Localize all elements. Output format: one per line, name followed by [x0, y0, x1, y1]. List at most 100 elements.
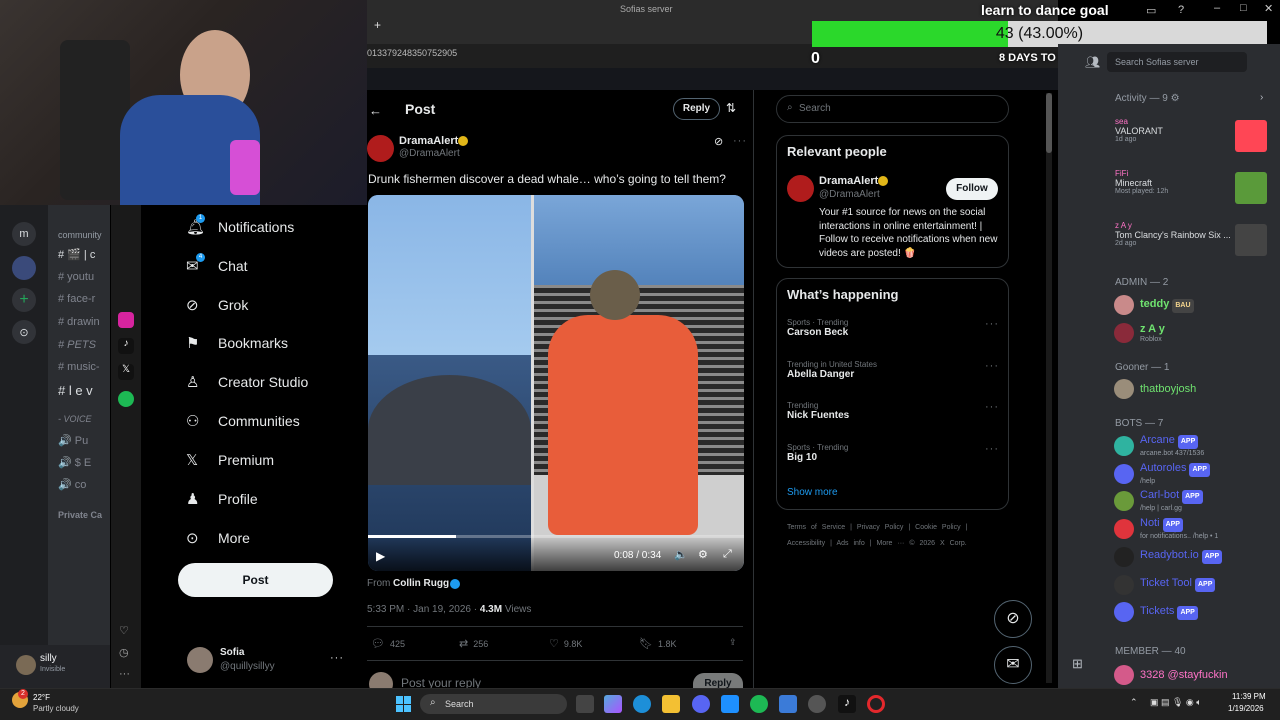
post-menu-icon[interactable]: ···: [733, 135, 747, 147]
discover-icon[interactable]: ⊙: [12, 320, 36, 344]
trend-item[interactable]: Trending in United States Abella Danger: [787, 360, 877, 380]
more-icon[interactable]: ···: [119, 668, 130, 680]
instagram-icon[interactable]: [118, 312, 134, 328]
opera-icon[interactable]: [867, 695, 885, 713]
server-icon-m[interactable]: m: [12, 222, 36, 246]
tray-icons[interactable]: ▣ ▤ 🎙︎ ◉ 🔈︎: [1150, 697, 1202, 708]
footer-link[interactable]: Ads info: [836, 540, 864, 547]
x-search-placeholder[interactable]: Search: [799, 103, 831, 114]
url-text[interactable]: 013379248350752905: [367, 48, 457, 58]
rp-avatar[interactable]: [787, 175, 814, 202]
member-row[interactable]: 3328 @stayfuckin: [1114, 662, 1228, 688]
from-name[interactable]: Collin Rugg: [393, 578, 449, 589]
bot-row[interactable]: Noti APP for notifications.. /help • 1: [1114, 516, 1218, 542]
chevron-right-icon[interactable]: ›: [1260, 92, 1263, 103]
discord-search-placeholder[interactable]: Search Sofias server: [1115, 57, 1199, 67]
new-tab-icon[interactable]: +: [374, 18, 381, 32]
activity-item[interactable]: z A y Tom Clancy's Rainbow Six ... 2d ag…: [1115, 221, 1231, 247]
volume-icon[interactable]: 🔈: [674, 548, 688, 561]
footer-link[interactable]: Cookie Policy: [915, 524, 960, 531]
bookmark-action[interactable]: 🔖︎ 1.8K: [639, 637, 676, 650]
tray-chevron-icon[interactable]: ⌃: [1130, 697, 1138, 708]
nav-communities[interactable]: ⚇ Communities: [186, 406, 300, 436]
server-icon-avatar[interactable]: [12, 256, 36, 280]
weather-desc[interactable]: Partly cloudy: [33, 704, 79, 713]
rp-name[interactable]: DramaAlert: [819, 175, 878, 187]
channel-item[interactable]: # 🎬 | c: [58, 248, 108, 261]
reply-action[interactable]: 💬︎ 425: [371, 637, 405, 650]
play-icon[interactable]: ▶: [376, 549, 385, 563]
bot-row[interactable]: Arcane APP arcane.bot 437/1536: [1114, 433, 1204, 459]
bot-row[interactable]: Carl-bot APP /help | carl.gg: [1114, 488, 1203, 514]
members-icon[interactable]: 👥︎: [1085, 55, 1100, 69]
voice-channel[interactable]: 🔊 co: [58, 478, 108, 491]
channel-item[interactable]: # l e v: [58, 383, 108, 398]
reply-submit-button[interactable]: Reply: [693, 673, 743, 688]
channel-item[interactable]: # face-r: [58, 293, 108, 305]
weather-temp[interactable]: 22°F: [33, 693, 50, 702]
x-logo-icon[interactable]: 𝕏: [118, 364, 134, 380]
clock-date[interactable]: 1/19/2026: [1228, 704, 1264, 713]
explorer-icon[interactable]: [662, 695, 680, 713]
settings-icon[interactable]: ⚙: [698, 548, 708, 561]
edge-icon[interactable]: [633, 695, 651, 713]
scrollbar[interactable]: [1046, 93, 1052, 683]
category-label[interactable]: community: [58, 230, 102, 240]
bot-row[interactable]: Autoroles APP /help: [1114, 461, 1210, 487]
footer-link[interactable]: Privacy Policy: [857, 524, 904, 531]
app-icon[interactable]: [779, 695, 797, 713]
trend-item[interactable]: Sports · Trending Carson Beck: [787, 318, 848, 338]
member-row[interactable]: thatboyjosh: [1114, 376, 1196, 402]
trend-item[interactable]: Sports · Trending Big 10: [787, 443, 848, 463]
video-player[interactable]: ▶ 0:08 / 0:34 🔈 ⚙ ⤢: [368, 195, 744, 571]
account-handle[interactable]: @quillysillyy: [220, 661, 275, 672]
account-menu-icon[interactable]: ···: [330, 652, 344, 664]
footer-link[interactable]: More ···: [877, 540, 905, 547]
nav-profile[interactable]: ♟ Profile: [186, 484, 258, 514]
grid-icon[interactable]: ⊞: [1072, 656, 1083, 672]
nav-premium[interactable]: 𝕏 Premium: [186, 445, 274, 475]
channel-item[interactable]: # drawin: [58, 316, 108, 328]
voice-channel[interactable]: 🔊 $ E: [58, 456, 108, 469]
maximize-icon[interactable]: □: [1240, 2, 1247, 14]
user-avatar[interactable]: [16, 655, 36, 675]
address-bar[interactable]: [367, 44, 1058, 68]
trend-menu-icon[interactable]: ···: [985, 318, 999, 330]
clock-time[interactable]: 11:39 PM: [1232, 692, 1266, 701]
grok-fab-icon[interactable]: ⊘: [994, 600, 1032, 638]
reply-button[interactable]: Reply: [673, 98, 720, 120]
filter-icon[interactable]: ⇅: [726, 101, 736, 115]
copilot-icon[interactable]: [604, 695, 622, 713]
author-handle[interactable]: @DramaAlert: [399, 148, 460, 159]
inbox-icon[interactable]: ▭: [1146, 4, 1156, 17]
activity-item[interactable]: sea VALORANT 1d ago: [1115, 117, 1225, 143]
spotify-icon[interactable]: [750, 695, 768, 713]
nav-bookmarks[interactable]: ⚑ Bookmarks: [186, 328, 288, 358]
minimize-icon[interactable]: –: [1214, 2, 1220, 14]
account-name[interactable]: Sofia: [220, 647, 244, 658]
nav-notifications[interactable]: 🔔︎ 1 Notifications: [186, 212, 294, 242]
account-avatar[interactable]: [187, 647, 213, 673]
trend-item[interactable]: Trending Nick Fuentes: [787, 401, 849, 421]
tiktok-icon[interactable]: ♪: [838, 695, 856, 713]
bot-row[interactable]: Ticket Tool APP: [1114, 572, 1216, 598]
obs-icon[interactable]: [808, 695, 826, 713]
bot-row[interactable]: Readybot.io APP: [1114, 544, 1223, 570]
follow-button[interactable]: Follow: [946, 178, 998, 200]
trend-menu-icon[interactable]: ···: [985, 443, 999, 455]
nav-chat[interactable]: ✉ 4 Chat: [186, 251, 248, 281]
back-arrow-icon[interactable]: ←: [369, 103, 382, 118]
video-progress-track[interactable]: [368, 535, 744, 538]
trend-menu-icon[interactable]: ···: [985, 360, 999, 372]
voice-category[interactable]: - VOICE: [58, 414, 108, 424]
add-server-icon[interactable]: +: [12, 288, 36, 312]
task-view-icon[interactable]: [576, 695, 594, 713]
history-icon[interactable]: ◷: [119, 646, 129, 659]
nav-grok[interactable]: ⊘ Grok: [186, 290, 248, 320]
footer-link[interactable]: Terms of Service: [787, 524, 845, 531]
store-icon[interactable]: [721, 695, 739, 713]
channel-item[interactable]: # youtu: [58, 271, 108, 283]
taskbar-search-label[interactable]: Search: [445, 699, 474, 709]
taskbar-search[interactable]: [420, 694, 567, 714]
show-more-link[interactable]: Show more: [787, 487, 838, 498]
